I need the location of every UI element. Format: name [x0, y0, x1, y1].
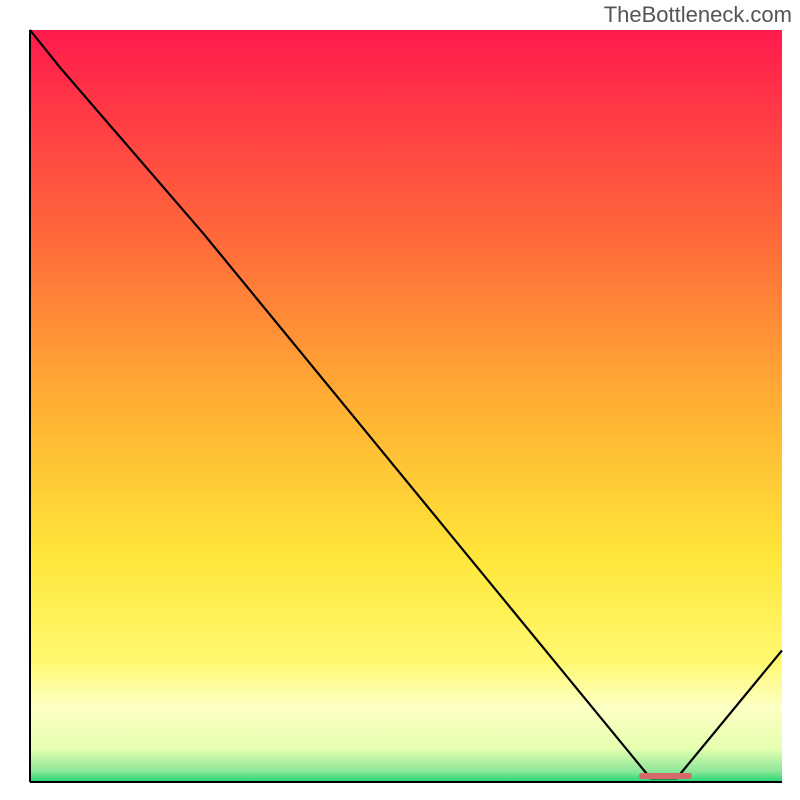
plot-background [30, 30, 782, 782]
bottleneck-chart [0, 0, 800, 800]
watermark-text: TheBottleneck.com [604, 2, 792, 28]
chart-container: TheBottleneck.com [0, 0, 800, 800]
minimum-marker [639, 773, 692, 779]
